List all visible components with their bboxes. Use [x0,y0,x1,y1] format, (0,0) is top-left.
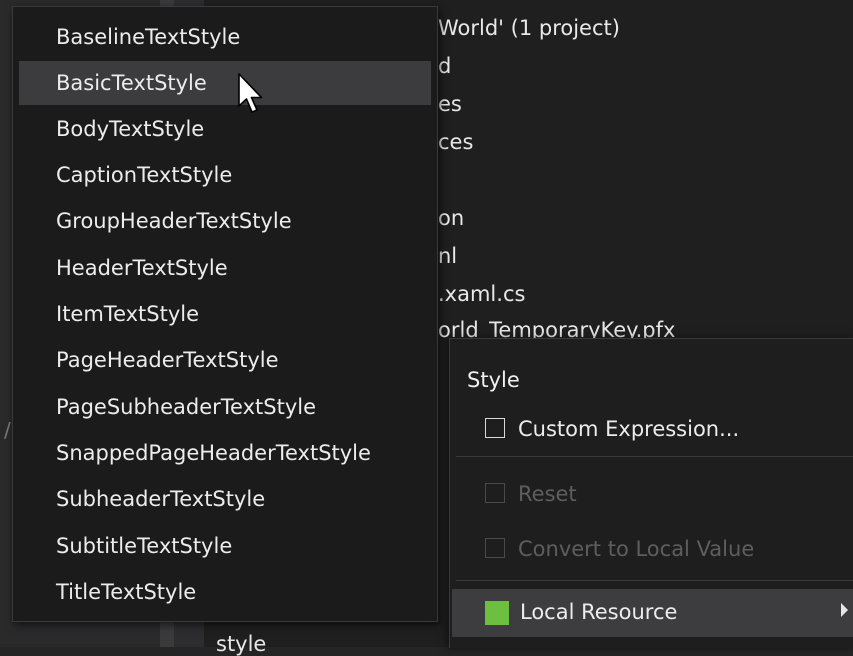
custom-expression-menu-item[interactable]: Custom Expression... [450,406,853,454]
style-option[interactable]: GroupHeaderTextStyle [19,199,431,243]
mouse-pointer-icon [238,73,263,113]
style-option[interactable]: SubheaderTextStyle [19,477,431,521]
reset-menu-item[interactable]: Reset [450,471,853,519]
context-menu-heading: Style [467,368,520,392]
style-option[interactable]: TitleTextStyle [19,570,431,614]
solution-node[interactable]: World' (1 project) [438,16,620,40]
menu-item-label: Local Resource [520,600,678,624]
menu-separator [456,456,853,457]
tree-item[interactable]: .xaml.cs [438,282,525,306]
tree-item[interactable]: orld_TemporaryKey.pfx [438,318,675,338]
menu-item-label: Custom Expression... [518,417,740,441]
tree-item[interactable]: nl [438,244,457,268]
tree-item[interactable]: ces [438,130,473,154]
local-resource-menu-item[interactable]: Local Resource [452,589,853,637]
collapsed-panel-marker-icon: / [4,418,11,442]
style-option[interactable]: PageSubheaderTextStyle [19,385,431,429]
tree-item[interactable]: es [438,92,462,116]
checkbox-icon [485,483,505,503]
style-option[interactable]: SubtitleTextStyle [19,524,431,568]
style-option[interactable]: SnappedPageHeaderTextStyle [19,431,431,475]
convert-to-local-value-menu-item[interactable]: Convert to Local Value [450,526,853,574]
style-dropdown-list: BaselineTextStyle BasicTextStyle BodyTex… [12,6,438,622]
style-option[interactable]: HeaderTextStyle [19,246,431,290]
local-resource-swatch-icon [485,601,509,625]
menu-item-label: Reset [518,482,577,506]
style-option[interactable]: BodyTextStyle [19,107,431,151]
style-option[interactable]: BaselineTextStyle [19,15,431,59]
style-option-selected[interactable]: BasicTextStyle [19,61,431,105]
style-context-menu: Style Custom Expression... Reset Convert… [449,338,853,648]
checkbox-icon [485,418,505,438]
menu-separator [456,580,853,581]
style-option[interactable]: PageHeaderTextStyle [19,338,431,382]
style-option[interactable]: CaptionTextStyle [19,153,431,197]
project-node[interactable]: d [438,54,451,78]
style-option[interactable]: ItemTextStyle [19,292,431,336]
checkbox-icon [485,538,505,558]
submenu-arrow-icon [841,603,848,617]
tree-item[interactable]: on [438,206,464,230]
property-label: style [216,632,267,656]
menu-item-label: Convert to Local Value [518,537,755,561]
